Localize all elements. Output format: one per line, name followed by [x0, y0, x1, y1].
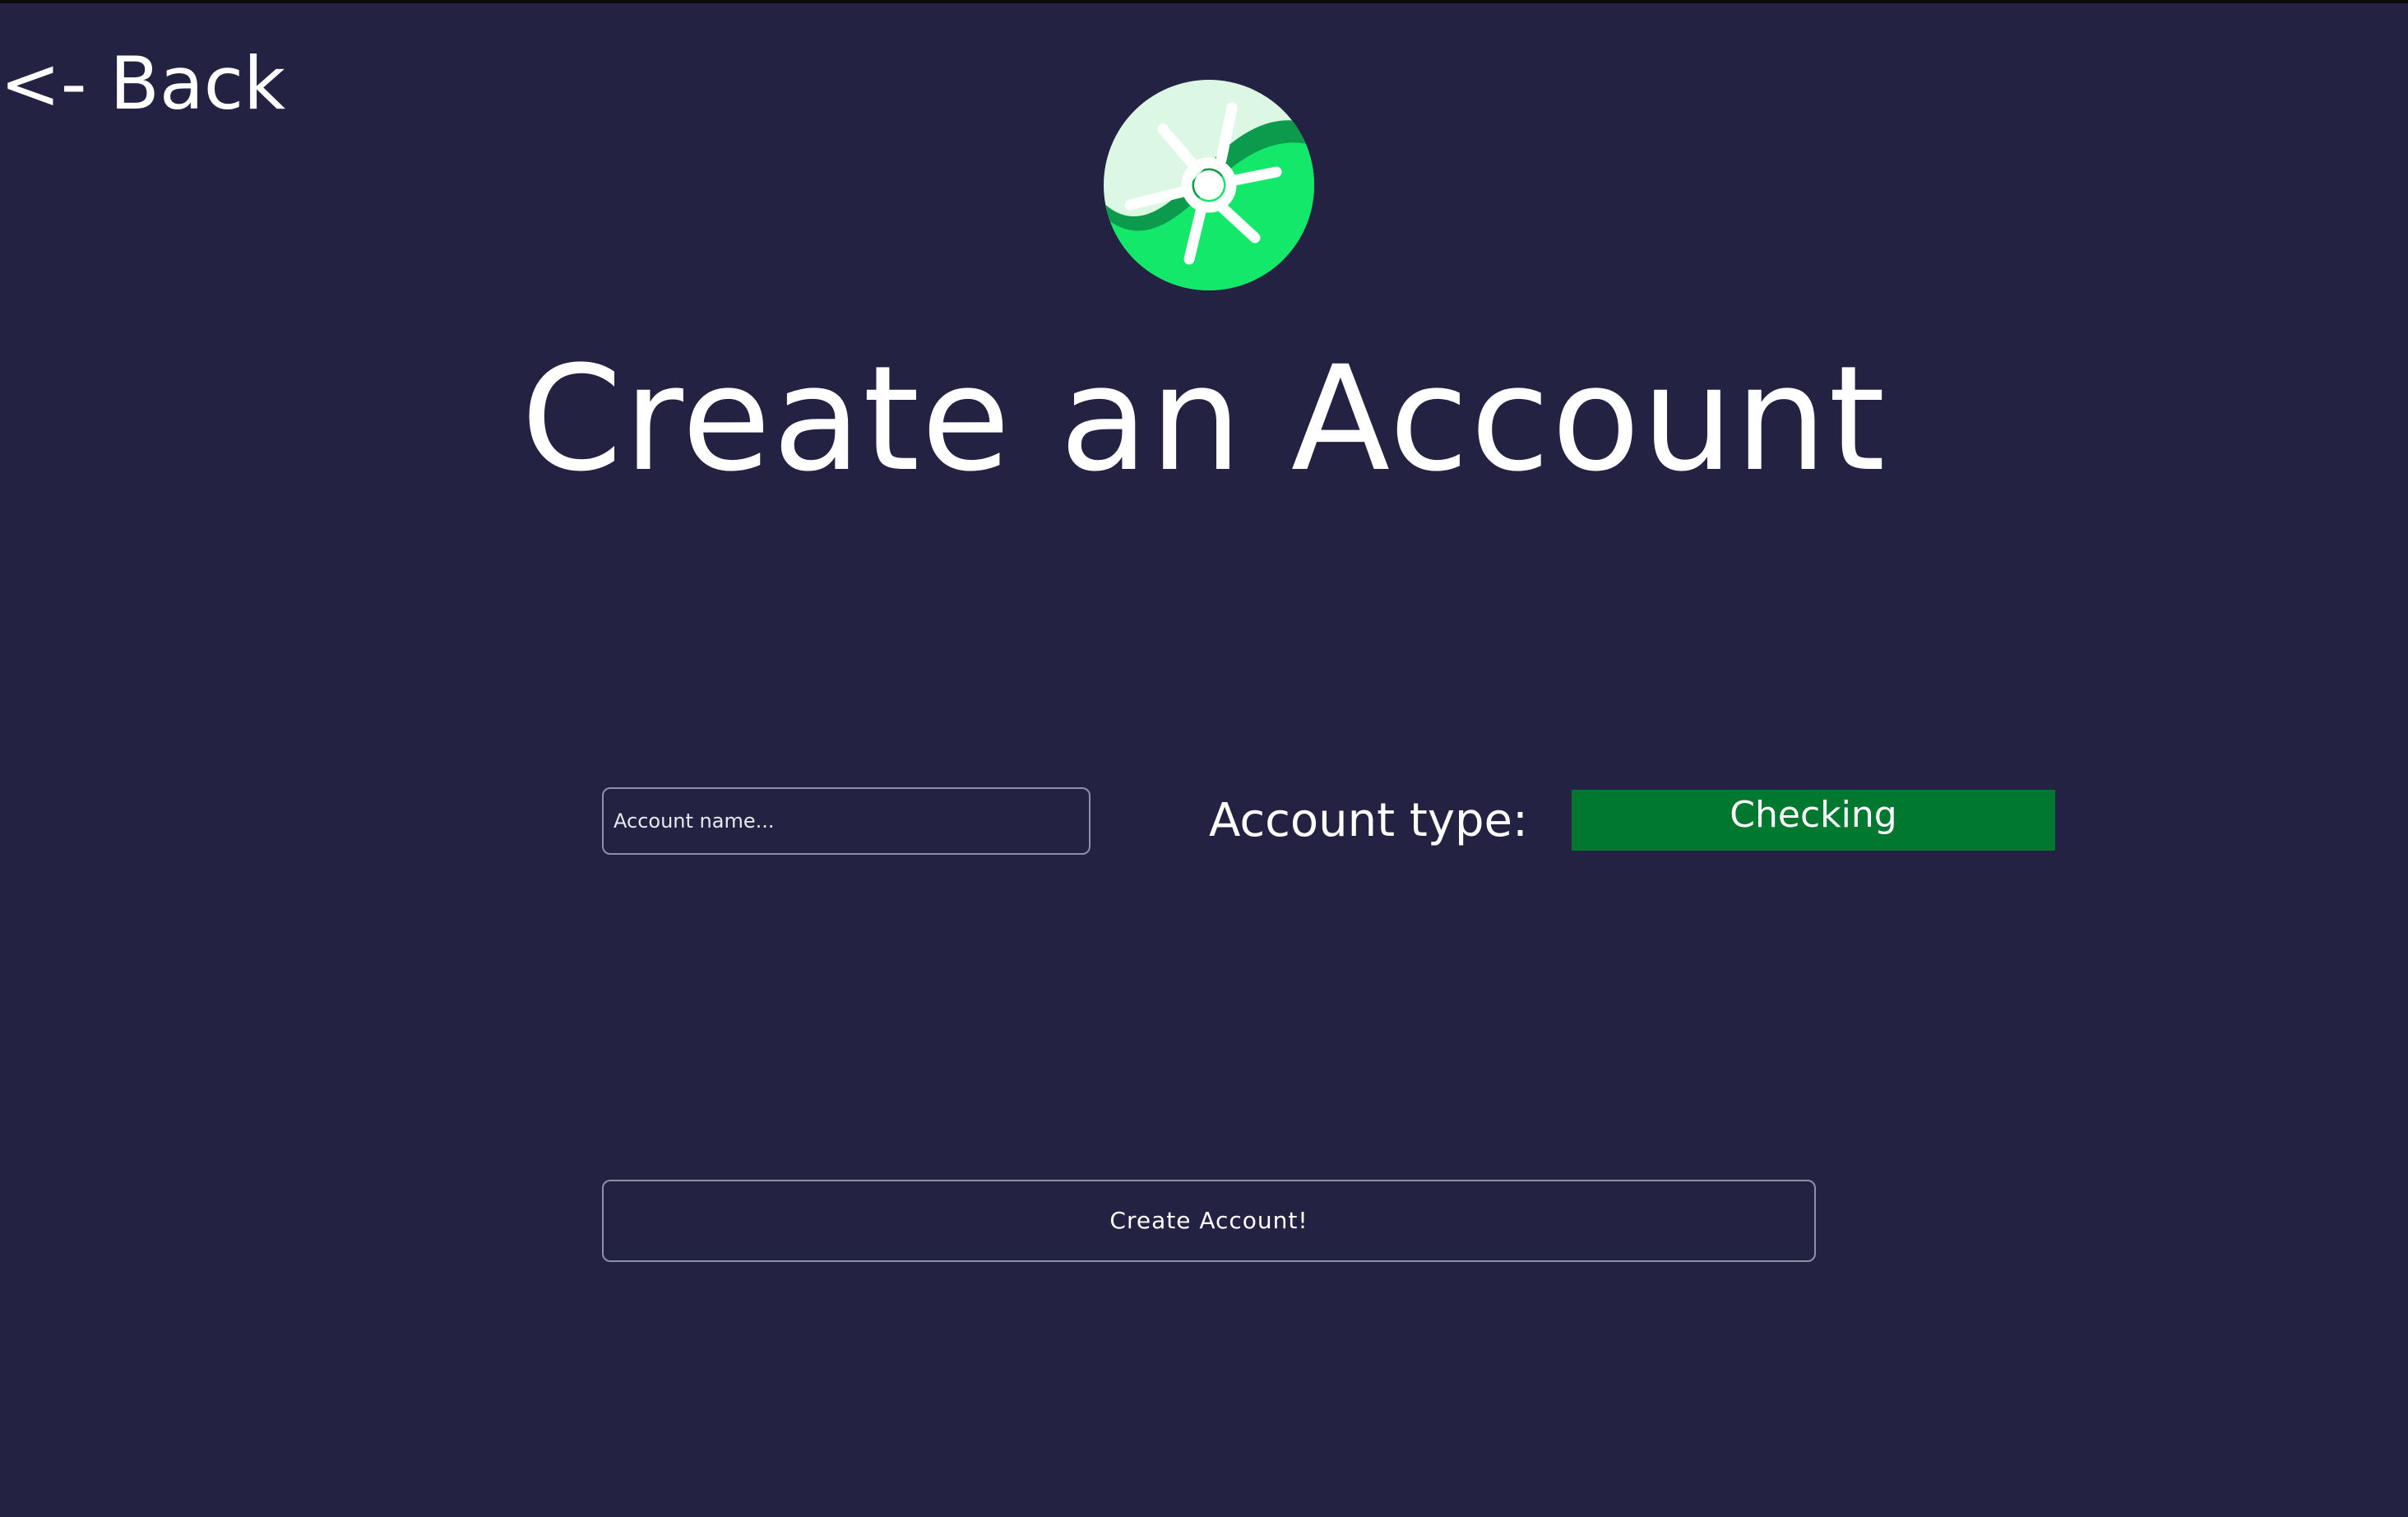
- account-name-input[interactable]: [602, 787, 1091, 855]
- sun-wave-logo-icon: [1104, 80, 1314, 290]
- page-title: Create an Account: [521, 335, 1887, 503]
- account-type-select[interactable]: Checking: [1572, 790, 2055, 851]
- back-link[interactable]: <- Back: [0, 35, 285, 133]
- top-border: [0, 0, 2408, 3]
- account-type-value: Checking: [1730, 794, 1897, 836]
- account-type-label: Account type:: [1209, 794, 1528, 847]
- create-account-button[interactable]: Create Account!: [602, 1180, 1816, 1262]
